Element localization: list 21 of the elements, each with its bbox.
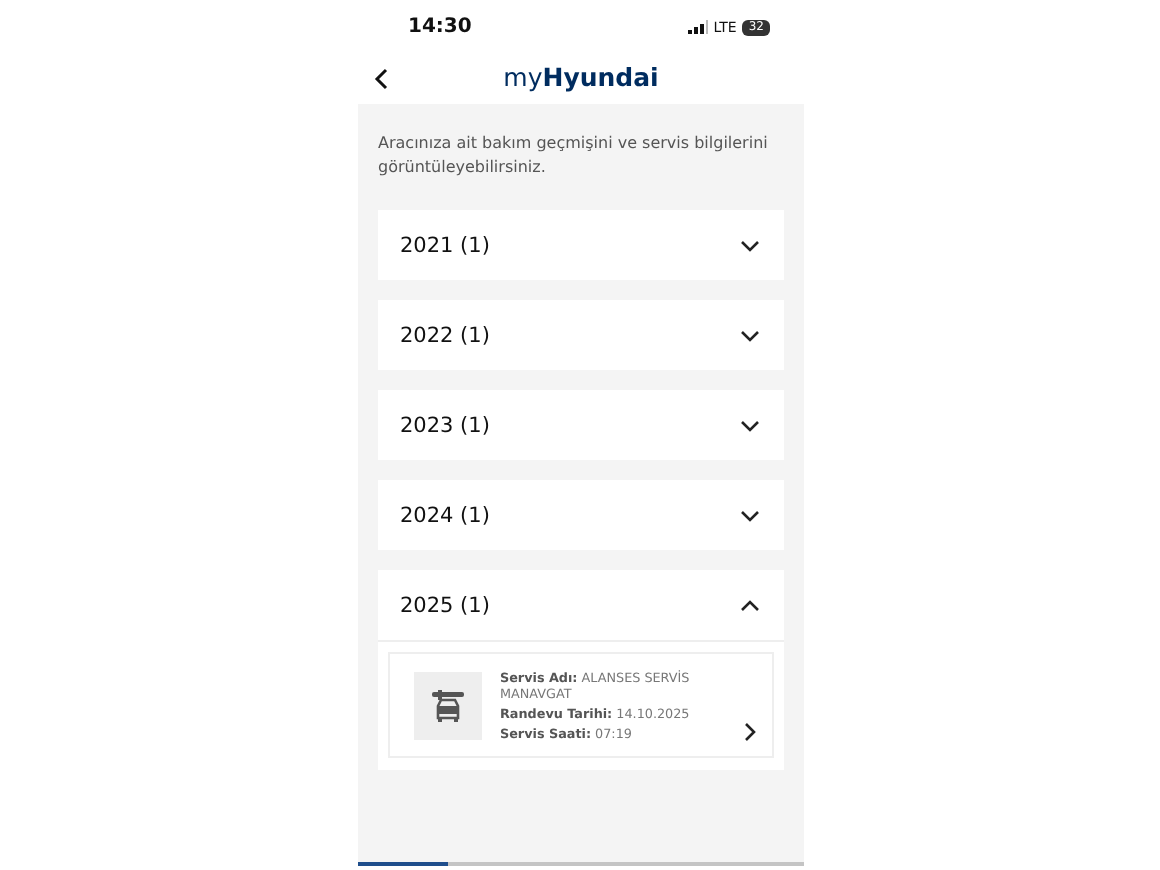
chevron-up-icon[interactable] — [740, 599, 760, 611]
status-time: 14:30 — [408, 16, 472, 38]
year-label: 2024 (1) — [400, 503, 490, 527]
signal-icon — [687, 20, 708, 34]
intro-text: Aracınıza ait bakım geçmişini ve servis bilgilerini görüntüleyebilirsiniz. — [376, 132, 770, 180]
year-card[interactable]: 2023 (1) — [378, 390, 784, 460]
year-label: 2021 (1) — [400, 233, 490, 257]
year-card[interactable]: 2022 (1) — [378, 300, 784, 370]
back-icon[interactable] — [374, 68, 388, 90]
year-label: 2023 (1) — [400, 413, 490, 437]
year-card[interactable]: 2024 (1) — [378, 480, 784, 550]
chevron-down-icon[interactable] — [740, 239, 760, 251]
chevron-down-icon[interactable] — [740, 419, 760, 431]
car-service-icon — [414, 672, 482, 740]
year-label: 2022 (1) — [400, 323, 490, 347]
chevron-right-icon[interactable] — [744, 722, 756, 742]
chevron-down-icon[interactable] — [740, 329, 760, 341]
app-logo: myHyundai — [503, 62, 659, 92]
chevron-down-icon[interactable] — [740, 509, 760, 521]
year-card[interactable]: 2021 (1) — [378, 210, 784, 280]
year-label: 2025 (1) — [400, 593, 490, 617]
